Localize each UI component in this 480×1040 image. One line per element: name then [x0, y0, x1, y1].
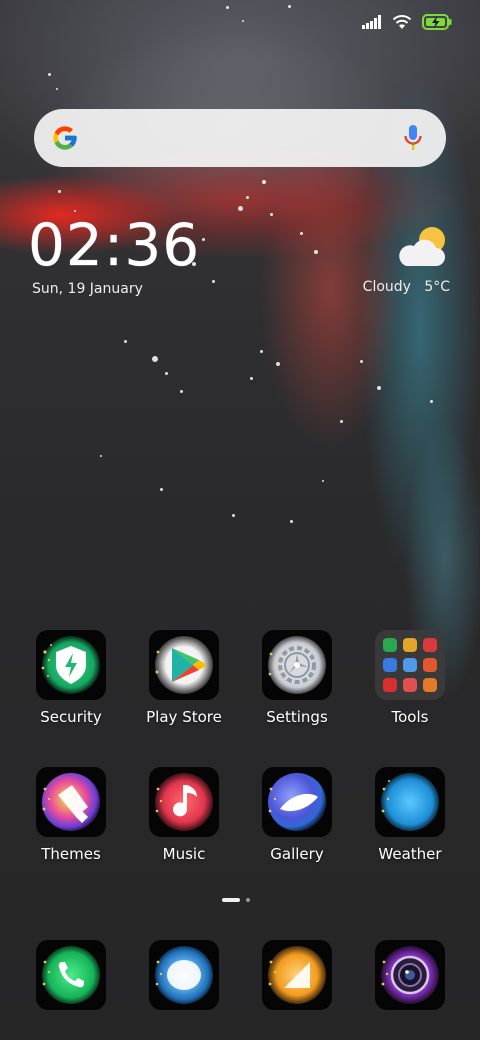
app-security[interactable]: Security [21, 630, 121, 726]
themes-brush-icon [36, 767, 106, 837]
battery-charging-icon [422, 14, 452, 30]
page-indicator[interactable] [222, 898, 250, 902]
app-tools-folder[interactable]: Tools [360, 630, 460, 726]
clock-date: Sun, 19 January [32, 281, 143, 297]
messages-icon [149, 940, 219, 1010]
app-gallery[interactable]: Gallery [247, 767, 347, 863]
app-label: Themes [41, 845, 101, 863]
dock-browser[interactable] [247, 940, 347, 1010]
dock-phone[interactable] [21, 940, 121, 1010]
app-music[interactable]: Music [134, 767, 234, 863]
weather-temperature: 5°C [424, 279, 450, 295]
cloud-sun-icon[interactable] [396, 224, 450, 270]
app-label: Gallery [270, 845, 324, 863]
google-search-bar[interactable] [34, 109, 446, 167]
weather-icon [375, 767, 445, 837]
gallery-icon [262, 767, 332, 837]
camera-icon [375, 940, 445, 1010]
app-play-store[interactable]: Play Store [134, 630, 234, 726]
app-label: Play Store [146, 708, 222, 726]
app-label: Security [40, 708, 102, 726]
music-note-icon [149, 767, 219, 837]
tools-folder-icon [375, 630, 445, 700]
browser-icon [262, 940, 332, 1010]
wifi-icon [392, 15, 412, 29]
weather-widget[interactable]: Cloudy 5°C [363, 279, 450, 295]
weather-condition: Cloudy [362, 279, 411, 295]
page-dot[interactable] [246, 898, 250, 902]
clock-time: 02:36 [28, 211, 201, 279]
play-store-icon [149, 630, 219, 700]
phone-icon [36, 940, 106, 1010]
app-settings[interactable]: Settings [247, 630, 347, 726]
app-label: Weather [378, 845, 442, 863]
app-label: Tools [391, 708, 429, 726]
signal-icon [362, 15, 381, 29]
app-themes[interactable]: Themes [21, 767, 121, 863]
dock-camera[interactable] [360, 940, 460, 1010]
settings-gear-icon [262, 630, 332, 700]
app-label: Music [162, 845, 206, 863]
app-weather[interactable]: Weather [360, 767, 460, 863]
microphone-icon[interactable] [402, 123, 424, 153]
status-bar [362, 12, 452, 32]
app-label: Settings [266, 708, 328, 726]
clock-widget[interactable]: 02:36 [28, 216, 200, 275]
page-dot-active[interactable] [222, 898, 240, 902]
dock-messages[interactable] [134, 940, 234, 1010]
google-logo-icon [53, 126, 77, 150]
security-shield-icon [36, 630, 106, 700]
